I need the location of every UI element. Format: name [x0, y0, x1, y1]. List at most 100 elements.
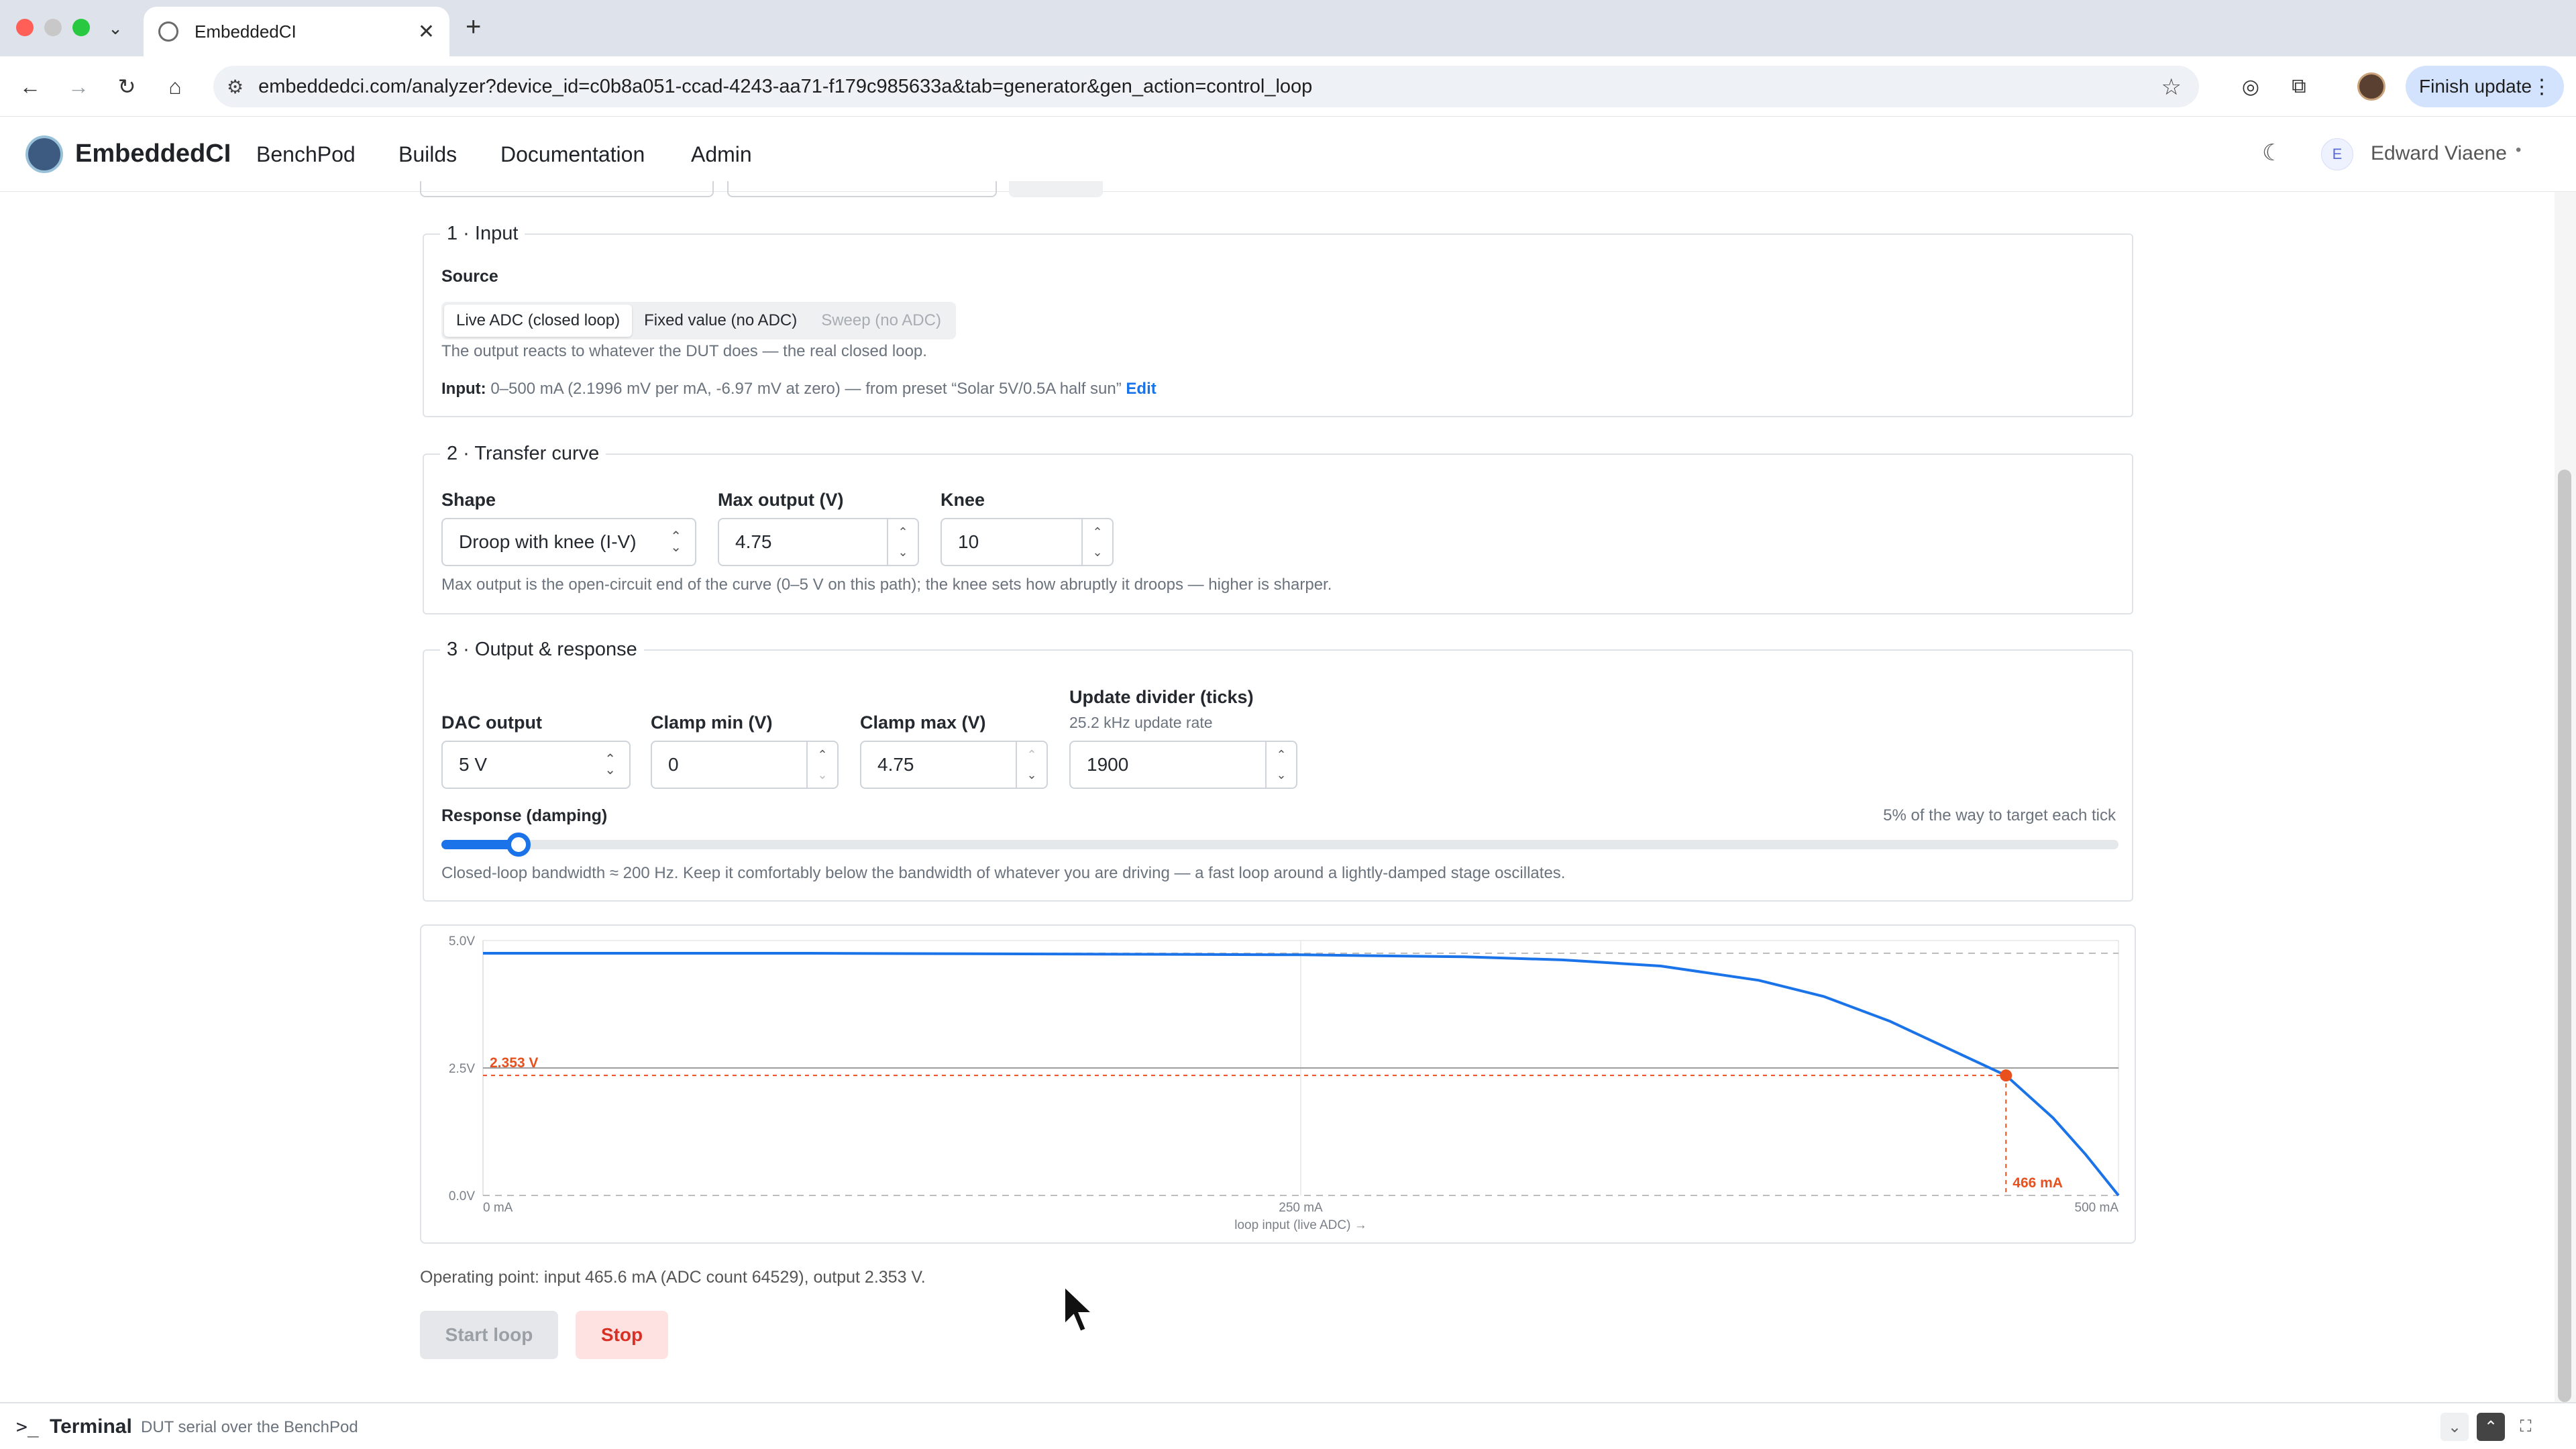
select-caret-icon: ⌃ ⌄	[670, 529, 682, 555]
y-tick-label: 5.0V	[449, 934, 475, 949]
operating-point-text: Operating point: input 465.6 mA (ADC cou…	[420, 1268, 926, 1287]
finish-update-label: Finish update	[2419, 76, 2532, 97]
number-stepper[interactable]: ⌃ ⌄	[887, 519, 918, 565]
close-window-button[interactable]	[16, 19, 34, 36]
mouse-cursor-icon	[1063, 1283, 1097, 1334]
brand-logo[interactable]	[25, 136, 63, 173]
scrollbar-thumb[interactable]	[2558, 470, 2571, 1402]
site-info-icon[interactable]: ⚙	[227, 76, 244, 98]
new-tab-plus-icon[interactable]: +	[466, 12, 481, 42]
terminal-expand-chevron-icon[interactable]: ⌃	[2477, 1413, 2505, 1441]
response-slider[interactable]	[441, 833, 2118, 857]
clamp-max-label: Clamp max (V)	[860, 712, 986, 733]
profile-avatar[interactable]	[2357, 72, 2385, 101]
nav-builds[interactable]: Builds	[398, 142, 457, 167]
app-header: EmbeddedCI BenchPod Builds Documentation…	[0, 117, 2576, 192]
edit-preset-link[interactable]: Edit	[1126, 380, 1156, 398]
reload-icon[interactable]: ↻	[111, 71, 142, 102]
source-option-sweep[interactable]: Sweep (no ADC)	[809, 305, 953, 337]
back-arrow-icon[interactable]: ←	[15, 71, 46, 102]
update-divider-value: 1900	[1087, 754, 1129, 775]
number-stepper[interactable]: ⌃ ⌄	[1081, 519, 1112, 565]
max-output-input[interactable]: 4.75 ⌃ ⌄	[718, 518, 919, 566]
brand-name[interactable]: EmbeddedCI	[75, 140, 231, 168]
op-current-label: 466 mA	[2012, 1175, 2063, 1191]
dac-output-label: DAC output	[441, 712, 542, 733]
operating-point-marker	[2000, 1069, 2012, 1082]
nav-admin[interactable]: Admin	[691, 142, 752, 167]
max-output-label: Max output (V)	[718, 490, 844, 510]
number-stepper[interactable]: ⌃ ⌄	[806, 742, 837, 788]
update-divider-input[interactable]: 1900 ⌃ ⌄	[1069, 741, 1297, 789]
transfer-legend: 2 · Transfer curve	[440, 443, 606, 465]
nav-documentation[interactable]: Documentation	[500, 142, 645, 167]
finish-update-button[interactable]: Finish update ⋮	[2406, 66, 2564, 107]
clamp-max-input[interactable]: 4.75 ⌃ ⌄	[860, 741, 1048, 789]
knee-input[interactable]: 10 ⌃ ⌄	[941, 518, 1114, 566]
y-tick-label: 2.5V	[449, 1062, 475, 1076]
minimize-window-button[interactable]	[44, 19, 62, 36]
bandwidth-hint: Closed-loop bandwidth ≈ 200 Hz. Keep it …	[441, 864, 1566, 882]
x-axis-label: loop input (live ADC) →	[1234, 1218, 1366, 1232]
clamp-min-label: Clamp min (V)	[651, 712, 773, 733]
clamp-min-input[interactable]: 0 ⌃ ⌄	[651, 741, 839, 789]
number-stepper[interactable]: ⌃ ⌄	[1016, 742, 1046, 788]
browser-tab-strip: ⌄ EmbeddedCI ✕ +	[0, 0, 2576, 56]
clamp-max-value: 4.75	[877, 754, 914, 775]
source-segmented-control: Live ADC (closed loop) Fixed value (no A…	[441, 302, 956, 339]
stop-button[interactable]: Stop	[576, 1311, 668, 1359]
number-stepper[interactable]: ⌃ ⌄	[1265, 742, 1296, 788]
shape-label: Shape	[441, 490, 496, 510]
dac-output-value: 5 V	[459, 754, 488, 775]
forward-arrow-icon[interactable]: →	[63, 71, 94, 102]
scrolled-control[interactable]	[727, 181, 997, 197]
input-section: 1 · Input Source Live ADC (closed loop) …	[423, 223, 2133, 417]
tab-search-chevron-icon[interactable]: ⌄	[101, 13, 130, 43]
scrolled-control[interactable]	[420, 181, 714, 197]
scrolled-control[interactable]	[1009, 181, 1103, 197]
terminal-bar[interactable]: >_ Terminal DUT serial over the BenchPod…	[0, 1402, 2576, 1449]
input-legend: 1 · Input	[440, 223, 525, 245]
response-value-text: 5% of the way to target each tick	[1883, 806, 2116, 824]
update-divider-label: Update divider (ticks)	[1069, 687, 1254, 707]
update-rate-sub: 25.2 kHz update rate	[1069, 714, 1213, 731]
home-icon[interactable]: ⌂	[160, 71, 191, 102]
nav-benchpod[interactable]: BenchPod	[256, 142, 356, 167]
terminal-fullscreen-icon[interactable]: ⛶	[2512, 1413, 2540, 1441]
x-tick-label: 500 mA	[2075, 1201, 2119, 1215]
bookmark-star-icon[interactable]: ☆	[2161, 74, 2182, 101]
source-option-live-adc[interactable]: Live ADC (closed loop)	[444, 305, 633, 337]
terminal-title: Terminal	[50, 1415, 132, 1438]
select-caret-icon: ⌃ ⌄	[604, 752, 616, 777]
knee-label: Knee	[941, 490, 985, 510]
clamp-min-value: 0	[668, 754, 679, 775]
op-voltage-label: 2.353 V	[490, 1055, 538, 1071]
user-avatar[interactable]: E	[2321, 138, 2353, 170]
extension-icon[interactable]: ◎	[2235, 71, 2266, 102]
user-menu-caret-icon[interactable]: •	[2516, 141, 2521, 160]
user-name[interactable]: Edward Viaene	[2371, 142, 2507, 165]
dark-mode-moon-icon[interactable]: ☾	[2262, 140, 2282, 166]
maximize-window-button[interactable]	[72, 19, 90, 36]
url-text: embeddedci.com/analyzer?device_id=c0b8a0…	[258, 75, 1313, 97]
source-label: Source	[441, 267, 498, 286]
slider-thumb[interactable]	[506, 833, 531, 857]
terminal-subtitle: DUT serial over the BenchPod	[141, 1418, 358, 1436]
start-loop-button[interactable]: Start loop	[420, 1311, 558, 1359]
browser-toolbar: ← → ↻ ⌂ ⚙ embeddedci.com/analyzer?device…	[0, 56, 2576, 117]
shape-value: Droop with knee (I-V)	[459, 531, 637, 552]
chart-svg: 0 mA 250 mA 500 mA 0.0V 2.5V 5.0V 2.353 V 466 m…	[449, 934, 2120, 1232]
dac-output-select[interactable]: 5 V ⌃ ⌄	[441, 741, 631, 789]
shape-select[interactable]: Droop with knee (I-V) ⌃ ⌄	[441, 518, 696, 566]
menu-dots-icon: ⋮	[2532, 75, 2552, 98]
terminal-prompt-icon: >_	[16, 1415, 39, 1438]
source-option-fixed-value[interactable]: Fixed value (no ADC)	[632, 305, 809, 337]
close-tab-icon[interactable]: ✕	[418, 20, 435, 44]
browser-tab[interactable]: EmbeddedCI ✕	[144, 7, 449, 56]
response-label: Response (damping)	[441, 806, 608, 825]
extensions-puzzle-icon[interactable]: ⧉	[2284, 71, 2314, 102]
address-bar[interactable]: ⚙ embeddedci.com/analyzer?device_id=c0b8…	[213, 66, 2199, 107]
input-description: Input: 0–500 mA (2.1996 mV per mA, -6.97…	[441, 380, 1157, 398]
terminal-collapse-chevron-icon[interactable]: ⌄	[2440, 1413, 2469, 1441]
input-label: Input:	[441, 380, 486, 398]
